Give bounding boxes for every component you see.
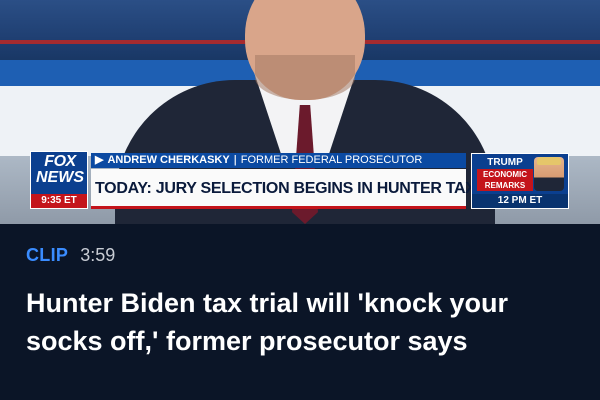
promo-portrait: [534, 157, 564, 191]
clip-duration: 3:59: [80, 244, 116, 265]
separator: |: [233, 154, 237, 166]
fox-news-logo: FOX NEWS 9:35 ET: [30, 151, 88, 209]
lower-third: FOX NEWS 9:35 ET ▶ ANDREW CHERKASKY | FORME…: [30, 151, 570, 209]
guest-title: FORMER FEDERAL PROSECUTOR: [240, 154, 423, 166]
logo-top-text: FOX: [44, 153, 76, 170]
guest-name: ANDREW CHERKASKY: [107, 154, 230, 166]
clip-meta: CLIP 3:59: [26, 244, 115, 266]
broadcast-time: 9:35 ET: [31, 194, 87, 208]
promo-time: 12 PM ET: [472, 194, 568, 208]
promo-box: TRUMP ECONOMIC REMARKS 12 PM ET: [471, 153, 569, 209]
article-title[interactable]: Hunter Biden tax trial will 'knock your …: [26, 284, 576, 360]
promo-name: TRUMP: [487, 157, 523, 168]
headline-chyron: TODAY: JURY SELECTION BEGINS IN HUNTER T…: [91, 169, 526, 209]
promo-subtitle: ECONOMIC REMARKS: [477, 169, 533, 191]
video-player[interactable]: FOX NEWS 9:35 ET ▶ ANDREW CHERKASKY | FORME…: [0, 0, 600, 224]
guest-name-bar: ▶ ANDREW CHERKASKY | FORMER FEDERAL PROSECU…: [91, 153, 466, 168]
logo-bottom-text: NEWS: [36, 169, 84, 186]
play-arrow-icon: ▶: [95, 154, 104, 166]
clip-label: CLIP: [26, 244, 69, 265]
